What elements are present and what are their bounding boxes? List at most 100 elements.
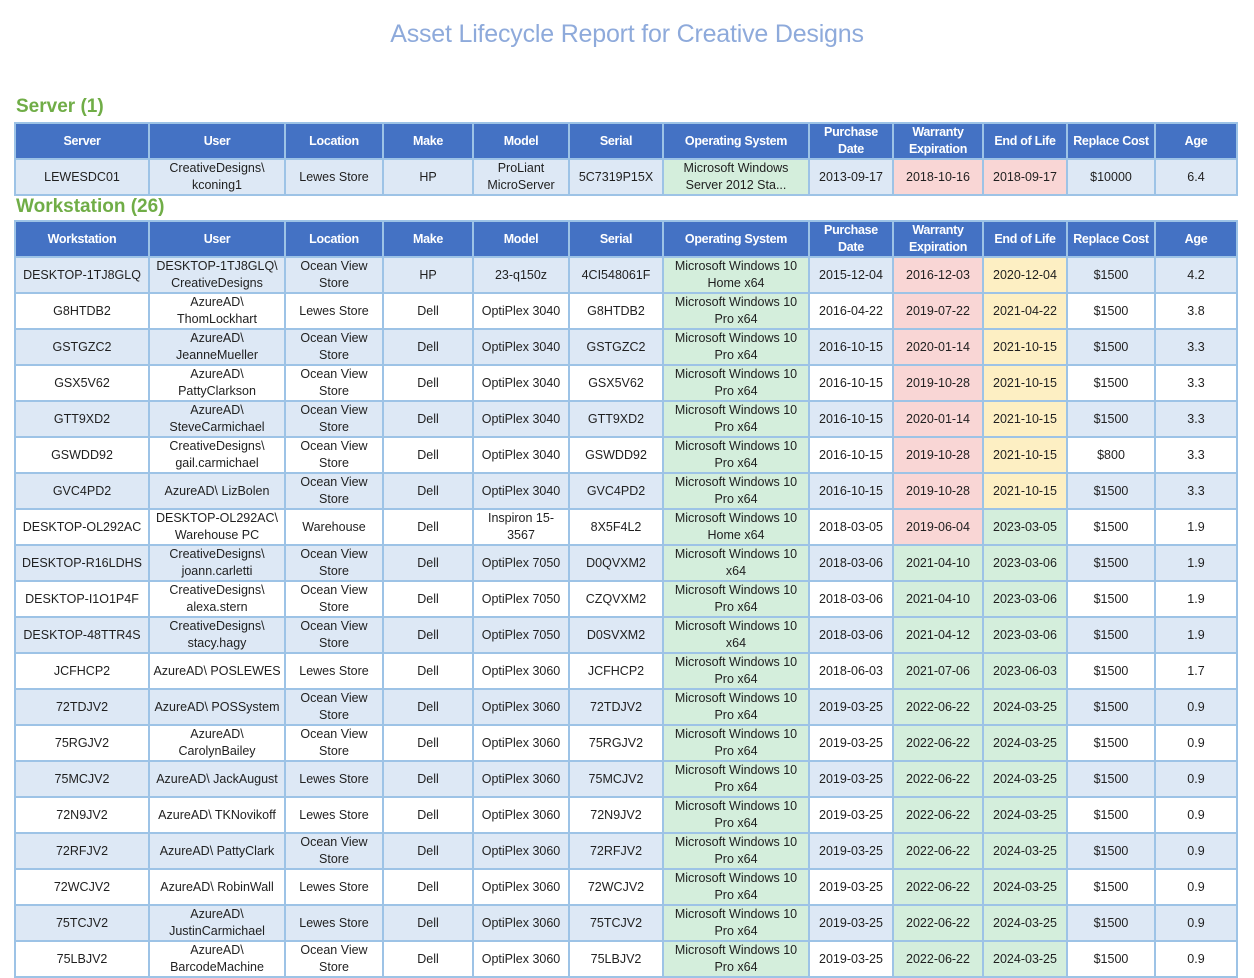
table-row[interactable]: DESKTOP-48TTR4S CreativeDesigns\ stacy.ha… [14, 616, 1238, 654]
make-cell: Dell [382, 580, 474, 618]
end-of-life-cell: 2021-10-15 [982, 472, 1068, 510]
table-row[interactable]: G8HTDB2 AzureAD\ ThomLockhart Lewes Store D… [14, 292, 1238, 330]
serial-cell: GSX5V62 [568, 364, 664, 402]
table-row[interactable]: JCFHCP2 AzureAD\ POSLEWES Lewes Store Dell O… [14, 652, 1238, 690]
table-row[interactable]: GVC4PD2 AzureAD\ LizBolen Ocean View Store… [14, 472, 1238, 510]
table-row[interactable]: 72TDJV2 AzureAD\ POSSystem Ocean View Stor… [14, 688, 1238, 726]
table-row[interactable]: LEWESDC01 CreativeDesigns\ kconing1 Lewes … [14, 158, 1238, 196]
location-cell: Lewes Store [284, 158, 384, 196]
column-header[interactable]: User [148, 122, 286, 160]
purchase-date-cell: 2019-03-25 [808, 760, 894, 798]
column-header[interactable]: Serial [568, 220, 664, 258]
table-row[interactable]: 75TCJV2 AzureAD\ JustinCarmichael Lewes St… [14, 904, 1238, 942]
serial-cell: GSWDD92 [568, 436, 664, 474]
table-row[interactable]: 72RFJV2 AzureAD\ PattyClark Ocean View Sto… [14, 832, 1238, 870]
location-cell: Ocean View Store [284, 688, 384, 726]
warranty-cell: 2021-04-12 [892, 616, 984, 654]
column-header[interactable]: Replace Cost [1066, 220, 1156, 258]
server-header-row: Server User Location Make Model Serial Operati… [14, 122, 1238, 160]
os-cell: Microsoft Windows 10 Pro x64 [662, 652, 810, 690]
warranty-cell: 2022-06-22 [892, 940, 984, 978]
warranty-cell: 2022-06-22 [892, 904, 984, 942]
os-cell: Microsoft Windows 10 Pro x64 [662, 400, 810, 438]
purchase-date-cell: 2016-10-15 [808, 436, 894, 474]
column-header[interactable]: Make [382, 220, 474, 258]
column-header[interactable]: Purchase Date [808, 122, 894, 160]
replace-cost-cell: $1500 [1066, 904, 1156, 942]
make-cell: Dell [382, 400, 474, 438]
column-header[interactable]: Replace Cost [1066, 122, 1156, 160]
os-cell: Microsoft Windows 10 x64 [662, 544, 810, 582]
column-header[interactable]: Warranty Expiration [892, 122, 984, 160]
name-cell: 72WCJV2 [14, 868, 150, 906]
column-header[interactable]: Serial [568, 122, 664, 160]
model-cell: OptiPlex 7050 [472, 616, 570, 654]
column-header[interactable]: Operating System [662, 122, 810, 160]
replace-cost-cell: $1500 [1066, 328, 1156, 366]
column-header[interactable]: End of Life [982, 220, 1068, 258]
replace-cost-cell: $1500 [1066, 472, 1156, 510]
table-row[interactable]: 75LBJV2 AzureAD\ BarcodeMachine Ocean View… [14, 940, 1238, 978]
age-cell: 0.9 [1154, 940, 1238, 978]
make-cell: Dell [382, 616, 474, 654]
location-cell: Ocean View Store [284, 616, 384, 654]
model-cell: ProLiant MicroServer [472, 158, 570, 196]
replace-cost-cell: $1500 [1066, 616, 1156, 654]
column-header[interactable]: Model [472, 220, 570, 258]
table-row[interactable]: DESKTOP-OL292AC DESKTOP-OL292AC\ Warehous… [14, 508, 1238, 546]
column-header[interactable]: Age [1154, 220, 1238, 258]
user-cell: AzureAD\ PattyClarkson [148, 364, 286, 402]
location-cell: Ocean View Store [284, 328, 384, 366]
make-cell: Dell [382, 796, 474, 834]
column-header[interactable]: Purchase Date [808, 220, 894, 258]
warranty-cell: 2021-04-10 [892, 580, 984, 618]
table-row[interactable]: GSTGZC2 AzureAD\ JeanneMueller Ocean View … [14, 328, 1238, 366]
table-row[interactable]: 72WCJV2 AzureAD\ RobinWall Lewes Store Dell… [14, 868, 1238, 906]
table-row[interactable]: 75RGJV2 AzureAD\ CarolynBailey Ocean View … [14, 724, 1238, 762]
serial-cell: D0SVXM2 [568, 616, 664, 654]
os-cell: Microsoft Windows 10 Pro x64 [662, 580, 810, 618]
os-cell: Microsoft Windows 10 Pro x64 [662, 760, 810, 798]
column-header[interactable]: Model [472, 122, 570, 160]
column-header[interactable]: End of Life [982, 122, 1068, 160]
table-row[interactable]: DESKTOP-R16LDHS CreativeDesigns\ joann.ca… [14, 544, 1238, 582]
location-cell: Ocean View Store [284, 940, 384, 978]
name-cell: 75LBJV2 [14, 940, 150, 978]
model-cell: OptiPlex 3060 [472, 832, 570, 870]
column-header[interactable]: Make [382, 122, 474, 160]
age-cell: 0.9 [1154, 724, 1238, 762]
serial-cell: GSTGZC2 [568, 328, 664, 366]
table-row[interactable]: GSWDD92 CreativeDesigns\ gail.carmichael O… [14, 436, 1238, 474]
replace-cost-cell: $1500 [1066, 940, 1156, 978]
column-header[interactable]: User [148, 220, 286, 258]
model-cell: OptiPlex 7050 [472, 580, 570, 618]
table-row[interactable]: 75MCJV2 AzureAD\ JackAugust Lewes Store Del… [14, 760, 1238, 798]
table-row[interactable]: GSX5V62 AzureAD\ PattyClarkson Ocean View … [14, 364, 1238, 402]
make-cell: Dell [382, 904, 474, 942]
column-header[interactable]: Location [284, 122, 384, 160]
column-header[interactable]: Warranty Expiration [892, 220, 984, 258]
purchase-date-cell: 2016-10-15 [808, 472, 894, 510]
end-of-life-cell: 2024-03-25 [982, 832, 1068, 870]
table-row[interactable]: DESKTOP-1TJ8GLQ DESKTOP-1TJ8GLQ\ Creative… [14, 256, 1238, 294]
column-header[interactable]: Age [1154, 122, 1238, 160]
make-cell: Dell [382, 508, 474, 546]
make-cell: Dell [382, 292, 474, 330]
model-cell: OptiPlex 3060 [472, 760, 570, 798]
purchase-date-cell: 2019-03-25 [808, 688, 894, 726]
column-header[interactable]: Workstation [14, 220, 150, 258]
column-header[interactable]: Location [284, 220, 384, 258]
make-cell: Dell [382, 760, 474, 798]
serial-cell: 75RGJV2 [568, 724, 664, 762]
replace-cost-cell: $1500 [1066, 868, 1156, 906]
serial-cell: 75LBJV2 [568, 940, 664, 978]
age-cell: 3.8 [1154, 292, 1238, 330]
column-header[interactable]: Operating System [662, 220, 810, 258]
column-header[interactable]: Server [14, 122, 150, 160]
table-row[interactable]: DESKTOP-I1O1P4F CreativeDesigns\ alexa.st… [14, 580, 1238, 618]
table-row[interactable]: GTT9XD2 AzureAD\ SteveCarmichael Ocean Vie… [14, 400, 1238, 438]
replace-cost-cell: $1500 [1066, 544, 1156, 582]
table-row[interactable]: 72N9JV2 AzureAD\ TKNovikoff Lewes Store Del… [14, 796, 1238, 834]
warranty-cell: 2016-12-03 [892, 256, 984, 294]
replace-cost-cell: $1500 [1066, 364, 1156, 402]
